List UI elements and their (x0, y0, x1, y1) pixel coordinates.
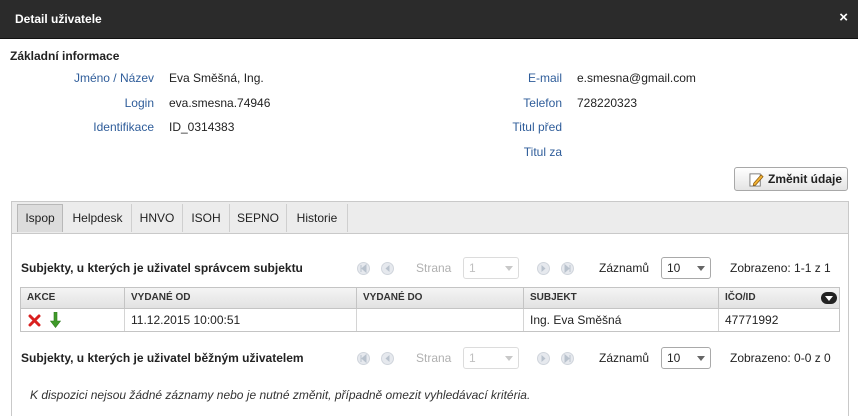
page-select-value: 1 (469, 351, 476, 365)
cell-ico: 47771992 (725, 313, 779, 327)
dialog-titlebar: Detail uživatele × (0, 0, 858, 39)
records-select[interactable]: 10 (661, 347, 711, 369)
first-page-icon[interactable] (357, 352, 370, 365)
download-icon[interactable] (50, 312, 61, 328)
cell-vydane-od: 11.12.2015 10:00:51 (125, 309, 357, 331)
grid-title-regular-user: Subjekty, u kterých je uživatel běžným u… (21, 351, 304, 365)
change-details-label: Změnit údaje (768, 172, 843, 186)
delete-icon[interactable] (28, 314, 41, 327)
tab-sepno[interactable]: SEPNO (230, 204, 287, 232)
first-page-icon[interactable] (357, 262, 370, 275)
records-select-value: 10 (667, 351, 681, 365)
label-title-before: Titul před (512, 120, 562, 134)
column-header-vydane-do[interactable]: VYDANÉ DO (357, 288, 524, 308)
records-label: Záznamů (599, 261, 650, 275)
label-name: Jméno / Název (73, 71, 154, 85)
section-title-basic-info: Základní informace (10, 49, 120, 63)
tab-ispop[interactable]: Ispop (17, 204, 63, 232)
label-login: Login (124, 96, 154, 110)
pencil-icon (749, 172, 764, 187)
page-select-value: 1 (469, 261, 476, 275)
last-page-icon[interactable] (561, 352, 574, 365)
page-select[interactable]: 1 (463, 347, 519, 369)
label-email: E-mail (527, 71, 562, 85)
prev-page-icon[interactable] (381, 262, 394, 275)
dialog-title: Detail uživatele (15, 12, 102, 26)
empty-message: K dispozici nejsou žádné záznamy nebo je… (30, 388, 531, 402)
value-phone: 728220323 (577, 96, 638, 110)
page-select[interactable]: 1 (463, 257, 519, 279)
cell-vydane-do (357, 309, 524, 331)
grid-title-administrator: Subjekty, u kterých je uživatel správcem… (21, 261, 303, 275)
chevron-down-icon (505, 266, 513, 271)
tab-bar: Ispop Helpdesk HNVO ISOH SEPNO Historie (12, 202, 848, 234)
value-name: Eva Směšná, Ing. (169, 71, 264, 85)
shown-count: Zobrazeno: 0-0 z 0 (730, 351, 831, 365)
records-select[interactable]: 10 (661, 257, 711, 279)
close-icon[interactable]: × (839, 9, 848, 26)
records-label: Záznamů (599, 351, 650, 365)
administrator-table: AKCE VYDANÉ OD VYDANÉ DO SUBJEKT IČO/ID … (20, 287, 840, 332)
page-label: Strana (416, 351, 452, 365)
column-header-vydane-od[interactable]: VYDANÉ OD (125, 288, 357, 308)
chevron-down-icon (697, 266, 705, 271)
chevron-down-icon (697, 356, 705, 361)
last-page-icon[interactable] (561, 262, 574, 275)
chevron-down-icon (505, 356, 513, 361)
row-actions (21, 309, 125, 331)
next-page-icon[interactable] (537, 262, 550, 275)
label-identification: Identifikace (93, 120, 154, 134)
tab-isoh[interactable]: ISOH (183, 204, 230, 232)
page-label: Strana (416, 261, 452, 275)
records-select-value: 10 (667, 261, 681, 275)
tab-helpdesk[interactable]: Helpdesk (64, 204, 132, 232)
change-details-button[interactable]: Změnit údaje (734, 167, 848, 191)
column-menu-icon[interactable] (821, 292, 837, 304)
tab-historie[interactable]: Historie (287, 204, 348, 232)
shown-count: Zobrazeno: 1-1 z 1 (730, 261, 831, 275)
table-row: 11.12.2015 10:00:51 Ing. Eva Směšná 4777… (21, 309, 839, 331)
prev-page-icon[interactable] (381, 352, 394, 365)
label-title-after: Titul za (523, 145, 562, 159)
column-header-subjekt[interactable]: SUBJEKT (524, 288, 719, 308)
value-login: eva.smesna.74946 (169, 96, 271, 110)
value-email: e.smesna@gmail.com (577, 71, 696, 85)
next-page-icon[interactable] (537, 352, 550, 365)
table-header: AKCE VYDANÉ OD VYDANÉ DO SUBJEKT IČO/ID (21, 288, 839, 309)
column-header-akce: AKCE (21, 288, 125, 308)
cell-subjekt: Ing. Eva Směšná (524, 309, 719, 331)
value-identification: ID_0314383 (169, 120, 235, 134)
label-phone: Telefon (523, 96, 562, 110)
tab-hnvo[interactable]: HNVO (132, 204, 183, 232)
